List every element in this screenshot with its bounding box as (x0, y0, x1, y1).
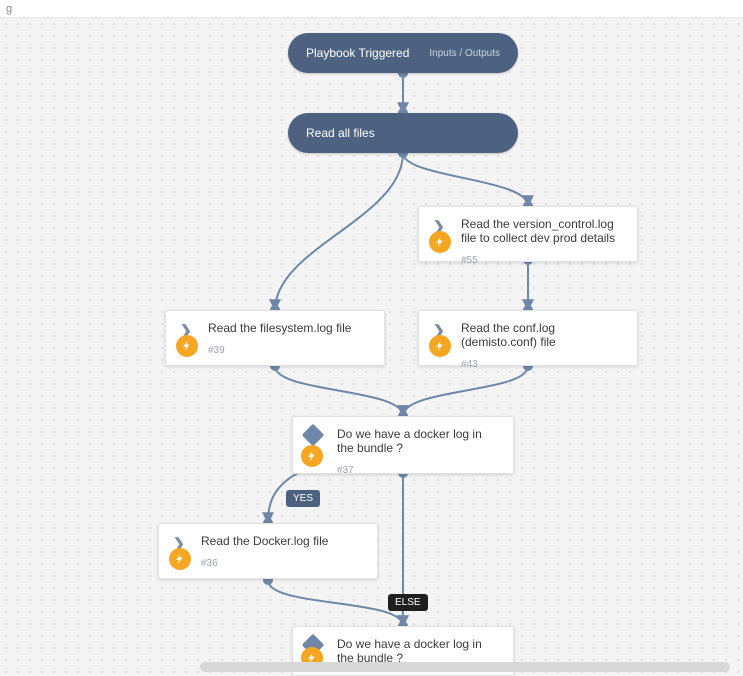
playbook-trigger-node[interactable]: Playbook Triggered Inputs / Outputs (288, 33, 518, 73)
task-node-conf[interactable]: ❯ Read the conf.log (demisto.conf) file … (418, 310, 638, 366)
task-title: Read the filesystem.log file (208, 321, 372, 335)
section-title: Read all files (306, 126, 500, 140)
condition-node-docker-log-1[interactable]: Do we have a docker log in the bundle ? … (292, 416, 514, 474)
task-title: Read the version_control.log file to col… (461, 217, 625, 245)
task-id: #55 (461, 255, 625, 266)
task-id: #36 (201, 558, 365, 569)
task-id: #43 (461, 359, 625, 370)
task-node-docker[interactable]: ❯ Read the Docker.log file #36 (158, 523, 378, 579)
bolt-icon (176, 335, 198, 357)
page-header: g (0, 0, 743, 18)
diamond-icon (302, 424, 325, 447)
task-node-version-control[interactable]: ❯ Read the version_control.log file to c… (418, 206, 638, 262)
bolt-icon (429, 231, 451, 253)
branch-label-else[interactable]: ELSE (388, 594, 428, 611)
task-id: #39 (208, 345, 372, 356)
condition-title: Do we have a docker log in the bundle ? (337, 637, 501, 665)
trigger-title: Playbook Triggered (306, 46, 429, 60)
section-node-read-all-files[interactable]: Read all files (288, 113, 518, 153)
horizontal-scrollbar[interactable] (200, 662, 730, 672)
bolt-icon (169, 548, 191, 570)
bolt-icon (301, 445, 323, 467)
condition-id: #37 (337, 465, 501, 476)
task-node-filesystem[interactable]: ❯ Read the filesystem.log file #39 (165, 310, 385, 366)
branch-label-yes[interactable]: YES (286, 490, 320, 507)
bolt-icon (429, 335, 451, 357)
task-title: Read the Docker.log file (201, 534, 365, 548)
header-crumb: g (6, 3, 12, 15)
playbook-canvas[interactable]: Playbook Triggered Inputs / Outputs Read… (0, 18, 743, 676)
task-title: Read the conf.log (demisto.conf) file (461, 321, 625, 349)
condition-title: Do we have a docker log in the bundle ? (337, 427, 501, 455)
trigger-io-link[interactable]: Inputs / Outputs (429, 48, 500, 59)
